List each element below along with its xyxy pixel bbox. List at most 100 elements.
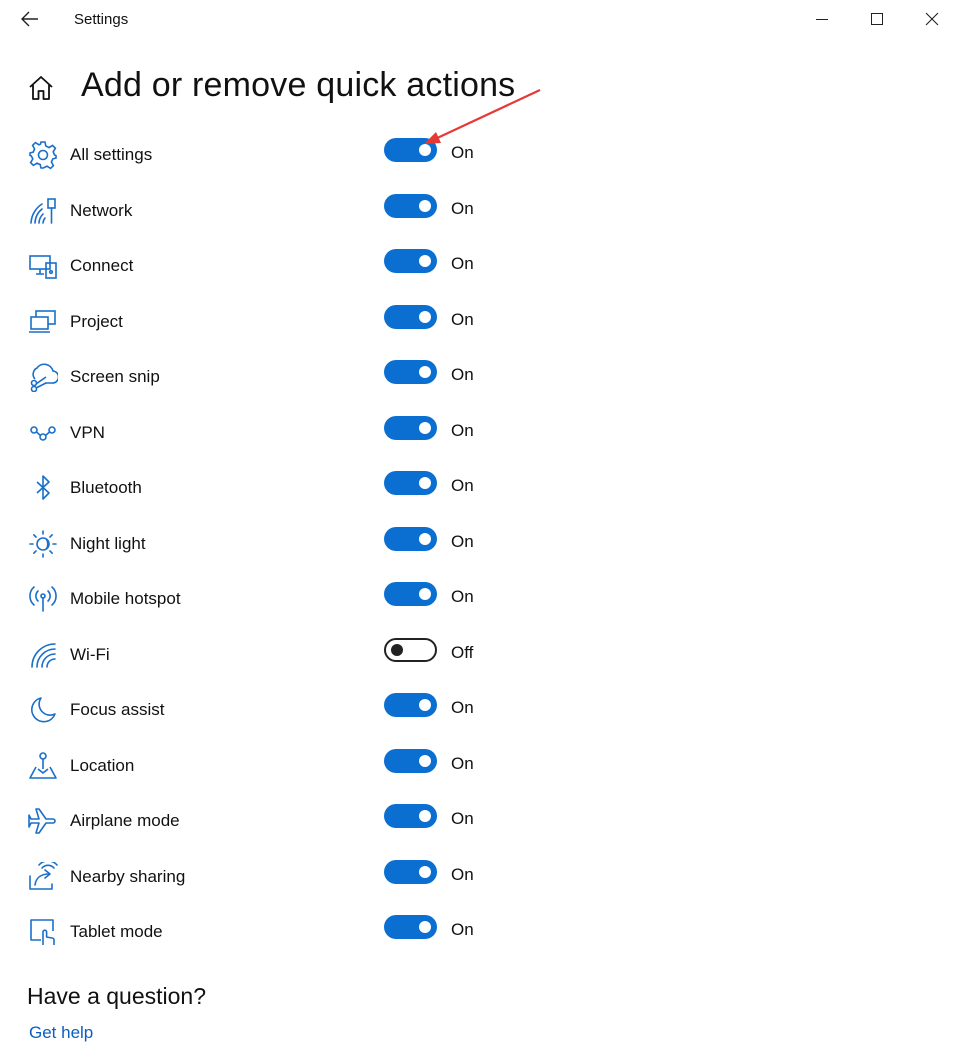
tablet-mode-icon bbox=[27, 916, 59, 948]
quick-action-screen-snip: Screen snip On bbox=[0, 347, 960, 403]
quick-action-all-settings: All settings On bbox=[0, 125, 960, 181]
quick-action-airplane-mode: Airplane mode On bbox=[0, 791, 960, 847]
toggle-switch[interactable] bbox=[384, 249, 437, 273]
get-help-link[interactable]: Get help bbox=[29, 1023, 93, 1043]
toggle-state-label: On bbox=[451, 920, 474, 939]
quick-action-nearby-sharing: Nearby sharing On bbox=[0, 847, 960, 903]
quick-action-connect: Connect On bbox=[0, 236, 960, 292]
toggle-knob bbox=[419, 754, 431, 767]
toggle-knob bbox=[419, 810, 431, 822]
quick-action-label: Mobile hotspot bbox=[70, 589, 181, 608]
title-bar: Settings bbox=[0, 0, 960, 40]
toggle-state-label: On bbox=[451, 476, 474, 495]
toggle-state-label: On bbox=[451, 254, 474, 273]
toggle-switch[interactable] bbox=[384, 637, 437, 662]
toggle-state-label: On bbox=[451, 198, 474, 218]
toggle-state-label: On bbox=[451, 365, 474, 384]
toggle-knob bbox=[419, 921, 431, 933]
toggle-knob bbox=[419, 588, 431, 600]
gear-icon bbox=[27, 139, 59, 171]
quick-action-label: VPN bbox=[70, 422, 105, 442]
toggle-state-label: On bbox=[451, 809, 474, 828]
quick-action-label: Location bbox=[70, 755, 135, 775]
help-heading: Have a question? bbox=[27, 983, 207, 1009]
toggle-knob bbox=[419, 421, 431, 434]
quick-action-label: Tablet mode bbox=[70, 922, 163, 941]
toggle-state-label: On bbox=[451, 420, 474, 440]
project-icon bbox=[27, 306, 59, 338]
airplane-icon bbox=[27, 805, 59, 837]
quick-action-vpn: VPN On bbox=[0, 403, 960, 459]
toggle-state-label: Off bbox=[451, 642, 474, 662]
minimize-button[interactable] bbox=[807, 6, 837, 32]
toggle-switch[interactable] bbox=[384, 582, 437, 606]
toggle-knob bbox=[419, 144, 431, 156]
toggle-switch[interactable] bbox=[384, 804, 437, 828]
quick-action-label: Focus assist bbox=[70, 700, 165, 719]
toggle-state-label: On bbox=[451, 864, 474, 884]
toggle-state-label: On bbox=[451, 698, 474, 717]
screen-snip-icon bbox=[27, 361, 59, 393]
quick-action-label: All settings bbox=[70, 145, 153, 164]
quick-action-wifi: Wi-Fi Off bbox=[0, 625, 960, 681]
toggle-switch[interactable] bbox=[384, 304, 437, 329]
toggle-knob bbox=[419, 865, 431, 878]
toggle-switch[interactable] bbox=[384, 471, 437, 495]
quick-action-project: Project On bbox=[0, 292, 960, 348]
toggle-knob bbox=[419, 532, 431, 545]
toggle-switch[interactable] bbox=[384, 693, 437, 717]
toggle-switch[interactable] bbox=[384, 138, 437, 162]
quick-action-label: Screen snip bbox=[70, 367, 160, 386]
nearby-sharing-icon bbox=[27, 861, 59, 893]
home-icon bbox=[27, 74, 55, 102]
back-arrow-icon[interactable] bbox=[16, 6, 44, 32]
quick-action-label: Connect bbox=[70, 256, 134, 275]
toggle-state-label: On bbox=[451, 531, 474, 551]
network-icon bbox=[27, 195, 59, 227]
quick-action-mobile-hotspot: Mobile hotspot On bbox=[0, 569, 960, 625]
quick-action-label: Night light bbox=[70, 533, 146, 553]
quick-action-label: Network bbox=[70, 200, 133, 220]
connect-icon bbox=[27, 250, 59, 282]
quick-action-location: Location On bbox=[0, 736, 960, 792]
toggle-knob bbox=[419, 310, 431, 323]
toggle-state-label: On bbox=[451, 309, 474, 329]
toggle-switch[interactable] bbox=[384, 915, 437, 939]
toggle-knob bbox=[419, 199, 431, 212]
close-button[interactable] bbox=[917, 6, 947, 32]
toggle-state-label: On bbox=[451, 143, 474, 162]
toggle-switch[interactable] bbox=[384, 415, 437, 440]
quick-action-label: Bluetooth bbox=[70, 478, 142, 497]
app-title: Settings bbox=[74, 11, 129, 28]
toggle-switch[interactable] bbox=[384, 748, 437, 773]
toggle-knob bbox=[419, 477, 431, 489]
toggle-knob bbox=[419, 366, 431, 378]
bluetooth-icon bbox=[27, 472, 59, 504]
quick-action-network: Network On bbox=[0, 181, 960, 237]
quick-action-label: Nearby sharing bbox=[70, 866, 186, 886]
wifi-icon bbox=[27, 639, 59, 671]
toggle-knob bbox=[391, 643, 403, 656]
toggle-switch[interactable] bbox=[384, 193, 437, 218]
maximize-button[interactable] bbox=[862, 6, 892, 32]
quick-action-tablet-mode: Tablet mode On bbox=[0, 902, 960, 958]
toggle-knob bbox=[419, 255, 431, 267]
quick-action-night-light: Night light On bbox=[0, 514, 960, 570]
toggle-switch[interactable] bbox=[384, 859, 437, 884]
toggle-knob bbox=[419, 699, 431, 711]
location-icon bbox=[27, 750, 59, 782]
moon-icon bbox=[27, 694, 59, 726]
hotspot-icon bbox=[27, 583, 59, 615]
toggle-switch[interactable] bbox=[384, 360, 437, 384]
night-light-icon bbox=[27, 528, 59, 560]
quick-action-label: Project bbox=[70, 311, 123, 331]
quick-action-focus-assist: Focus assist On bbox=[0, 680, 960, 736]
quick-action-bluetooth: Bluetooth On bbox=[0, 458, 960, 514]
toggle-state-label: On bbox=[451, 587, 474, 606]
toggle-switch[interactable] bbox=[384, 526, 437, 551]
page-title: Add or remove quick actions bbox=[81, 66, 516, 104]
quick-action-label: Airplane mode bbox=[70, 811, 180, 830]
toggle-state-label: On bbox=[451, 753, 474, 773]
vpn-icon bbox=[27, 417, 59, 449]
quick-action-label: Wi-Fi bbox=[70, 644, 110, 664]
